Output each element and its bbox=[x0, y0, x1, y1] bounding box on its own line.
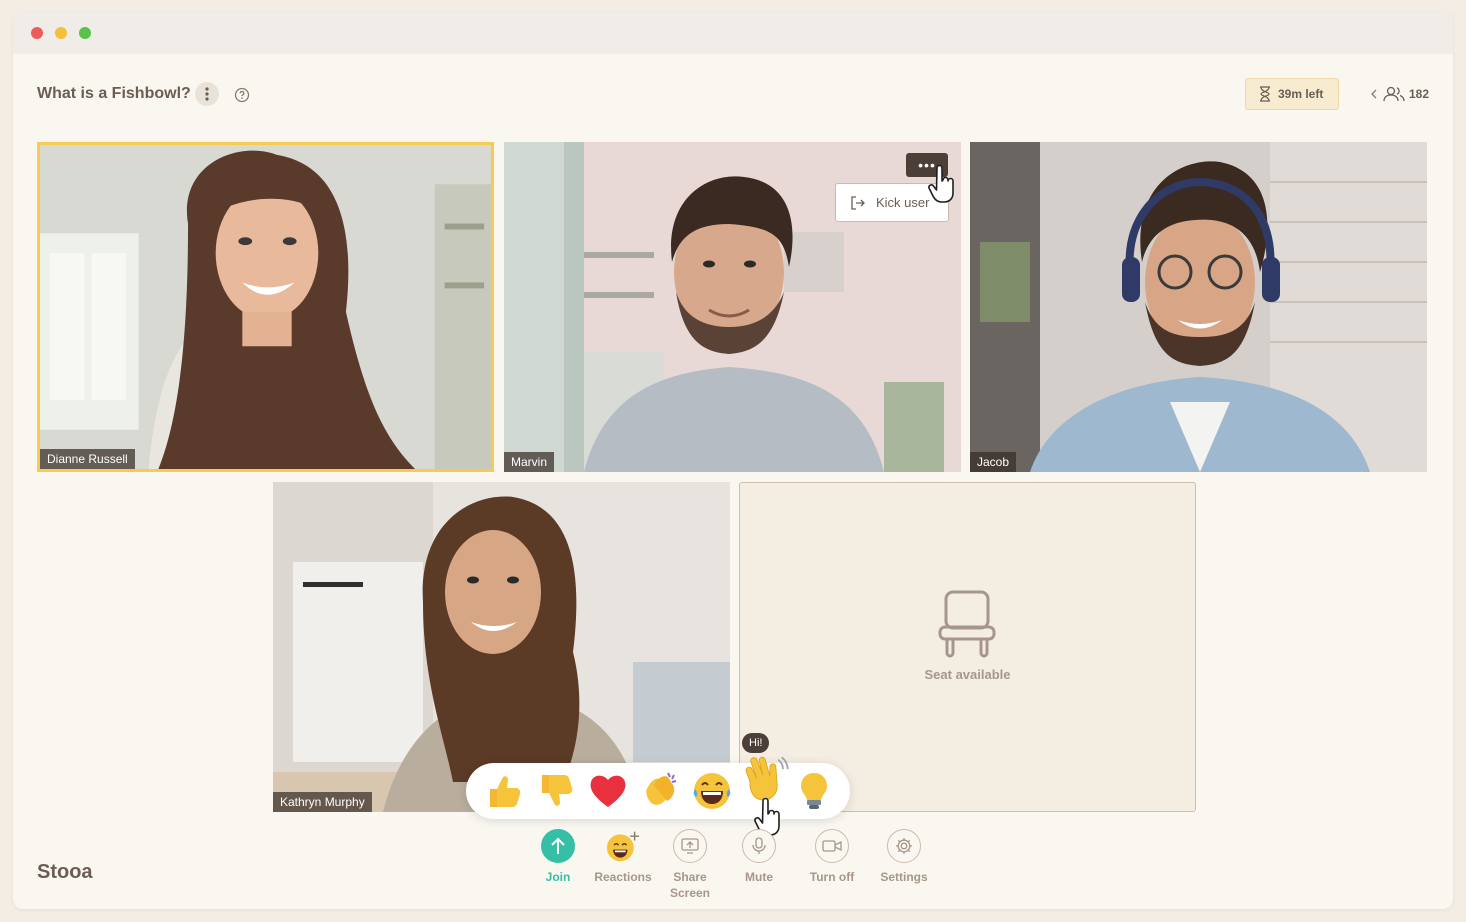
share-screen-label: Share Screen bbox=[652, 869, 728, 901]
light-bulb-icon[interactable] bbox=[792, 769, 836, 813]
settings-button[interactable]: Settings bbox=[866, 829, 942, 885]
minimize-window-button[interactable] bbox=[55, 27, 67, 39]
help-icon[interactable] bbox=[234, 87, 250, 103]
participants-toggle[interactable]: 182 bbox=[1369, 86, 1429, 102]
reactions-label: Reactions bbox=[594, 870, 652, 884]
participant-name: Dianne Russell bbox=[40, 449, 135, 469]
chair-icon bbox=[938, 590, 996, 658]
kick-user-label: Kick user bbox=[876, 195, 930, 210]
kebab-icon bbox=[205, 87, 209, 101]
users-icon bbox=[1383, 86, 1405, 102]
camera-circle bbox=[815, 829, 849, 863]
mute-label: Mute bbox=[745, 870, 773, 884]
share-screen-label-line1: Share bbox=[673, 870, 707, 884]
mute-circle bbox=[742, 829, 776, 863]
video-tile-jacob[interactable]: Jacob bbox=[970, 142, 1427, 472]
share-screen-icon bbox=[681, 838, 699, 854]
reaction-tooltip: Hi! bbox=[742, 733, 770, 753]
reactions-circle bbox=[606, 829, 640, 863]
participant-name: Kathryn Murphy bbox=[273, 792, 372, 812]
video-camera-icon bbox=[822, 840, 842, 852]
page-title: What is a Fishbowl? bbox=[37, 85, 191, 102]
seat-available-label: Seat available bbox=[924, 667, 1011, 682]
camera-label: Turn off bbox=[809, 870, 855, 884]
time-left-badge: 39m left bbox=[1245, 78, 1339, 110]
maximize-window-button[interactable] bbox=[79, 27, 91, 39]
clapping-hands-icon[interactable] bbox=[638, 769, 682, 813]
heart-icon[interactable] bbox=[586, 769, 630, 813]
hand-cursor-icon bbox=[928, 164, 954, 203]
mute-button[interactable]: Mute bbox=[721, 829, 797, 885]
gear-icon bbox=[896, 838, 912, 854]
thumbs-up-icon[interactable] bbox=[482, 769, 526, 813]
exit-icon bbox=[851, 195, 865, 210]
thumbs-down-icon[interactable] bbox=[534, 769, 578, 813]
close-window-button[interactable] bbox=[31, 27, 43, 39]
video-tile-dianne[interactable]: Dianne Russell bbox=[37, 142, 494, 472]
time-left-text: 39m left bbox=[1278, 87, 1324, 101]
chevron-left-icon bbox=[1371, 89, 1377, 99]
settings-label: Settings bbox=[880, 870, 928, 884]
join-circle bbox=[541, 829, 575, 863]
share-screen-button[interactable]: Share Screen bbox=[652, 829, 728, 901]
reactions-bar bbox=[466, 756, 850, 819]
window-titlebar bbox=[13, 12, 1453, 54]
participant-video bbox=[40, 145, 491, 469]
arrow-up-icon bbox=[551, 837, 565, 854]
settings-circle bbox=[887, 829, 921, 863]
reactions-button[interactable]: Reactions bbox=[585, 829, 661, 885]
participant-name: Jacob bbox=[970, 452, 1017, 472]
hourglass-icon bbox=[1260, 86, 1270, 102]
share-screen-label-line2: Screen bbox=[669, 886, 711, 900]
participant-name: Marvin bbox=[504, 452, 555, 472]
microphone-icon bbox=[752, 837, 766, 854]
smiley-add-icon bbox=[606, 831, 640, 862]
share-screen-circle bbox=[673, 829, 707, 863]
laughing-face-icon[interactable] bbox=[690, 769, 734, 813]
participants-count: 182 bbox=[1409, 87, 1430, 101]
more-options-button[interactable] bbox=[195, 82, 219, 106]
brand-logo: Stooa bbox=[37, 861, 93, 883]
app-window: What is a Fishbowl? 39m left 182 Dianne … bbox=[13, 12, 1453, 909]
participant-video bbox=[970, 142, 1427, 472]
camera-off-button[interactable]: Turn off bbox=[794, 829, 870, 885]
